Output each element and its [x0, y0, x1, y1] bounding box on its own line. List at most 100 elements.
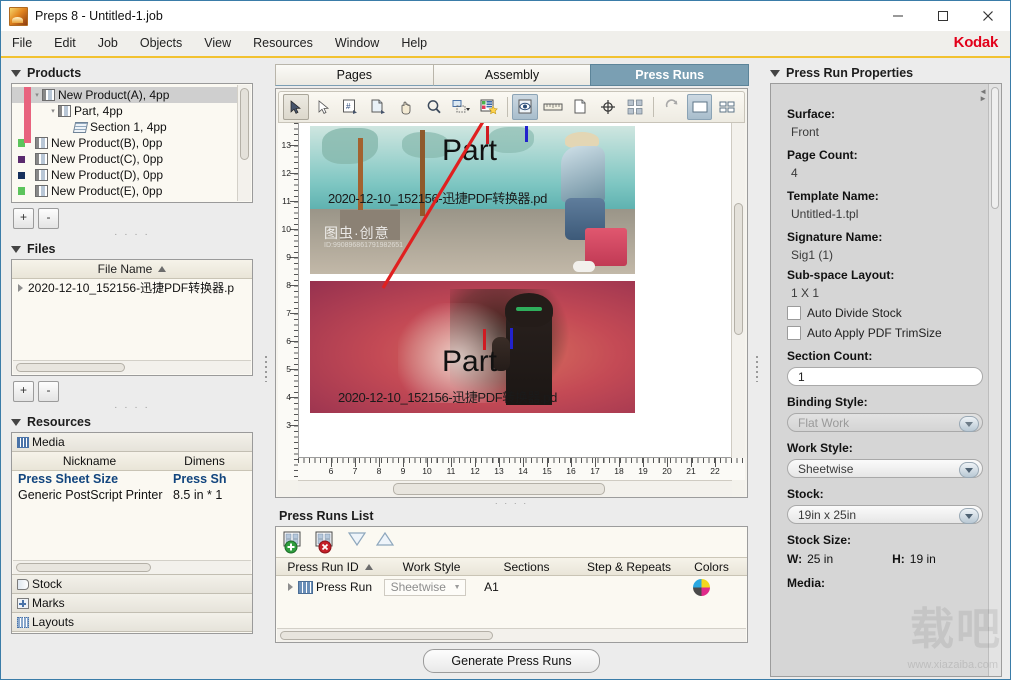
close-button[interactable]	[965, 1, 1010, 31]
grid-view-tool[interactable]	[714, 94, 740, 120]
column-work-style[interactable]: Work Style	[384, 560, 479, 574]
resources-tab-stock[interactable]: Stock	[12, 574, 252, 594]
artwork-page-1[interactable]: Part 2020-12-10_152156-迅捷PDF转换器.pd 图虫·创意…	[310, 126, 635, 274]
files-list[interactable]: File Name 2020-12-10_152156-迅捷PDF转换器.p	[11, 259, 253, 376]
media-horizontal-scrollbar[interactable]	[13, 560, 251, 574]
tab-assembly[interactable]: Assembly	[432, 64, 592, 86]
checkbox-icon[interactable]	[787, 326, 801, 340]
direct-select-tool[interactable]	[311, 94, 337, 120]
add-press-run-button[interactable]	[282, 530, 308, 554]
file-row[interactable]: 2020-12-10_152156-迅捷PDF转换器.p	[12, 279, 252, 296]
stock-dropdown[interactable]: 19in x 25in	[787, 505, 983, 524]
press-run-properties-header[interactable]: Press Run Properties	[760, 64, 1010, 83]
properties-nav-arrows[interactable]: ◄ ►	[979, 88, 987, 103]
column-press-run-id[interactable]: Press Run ID	[276, 560, 384, 574]
files-column-header[interactable]: File Name	[12, 260, 252, 279]
menu-view[interactable]: View	[193, 31, 242, 56]
chevron-down-icon[interactable]	[959, 416, 979, 432]
properties-vertical-scrollbar[interactable]	[988, 84, 1001, 676]
media-table[interactable]: Nickname Dimens Press Sheet Size Press S…	[12, 452, 252, 574]
resources-section-header[interactable]: Resources	[1, 413, 263, 432]
chevron-down-icon[interactable]	[959, 462, 979, 478]
delete-press-run-button[interactable]	[314, 530, 340, 554]
product-item-b[interactable]: New Product(B), 0pp	[12, 135, 238, 151]
expander-icon[interactable]: ▾	[48, 107, 58, 115]
select-arrow-tool[interactable]	[283, 94, 309, 120]
page-tool[interactable]	[366, 94, 392, 120]
single-view-tool[interactable]	[686, 94, 713, 120]
remove-product-button[interactable]: -	[38, 208, 59, 229]
media-row-postscript[interactable]: Generic PostScript Printer 8.5 in * 1	[12, 487, 252, 503]
binding-style-dropdown[interactable]: Flat Work	[787, 413, 983, 432]
menu-objects[interactable]: Objects	[129, 31, 193, 56]
product-item-section[interactable]: Section 1, 4pp	[12, 119, 238, 135]
product-item-a[interactable]: ▾ New Product(A), 4pp	[12, 87, 238, 103]
column-colors[interactable]: Colors	[684, 560, 739, 574]
expander-icon[interactable]: ▾	[32, 91, 42, 99]
tab-press-runs[interactable]: Press Runs	[590, 64, 750, 86]
expand-arrow-icon[interactable]	[288, 583, 293, 591]
column-sections[interactable]: Sections	[479, 560, 574, 574]
menu-window[interactable]: Window	[324, 31, 390, 56]
sheet-tool[interactable]	[568, 94, 594, 120]
menu-edit[interactable]: Edit	[43, 31, 87, 56]
scrollbar-thumb[interactable]	[393, 483, 605, 495]
rotate-tool[interactable]	[659, 94, 685, 120]
zoom-tool[interactable]	[421, 94, 447, 120]
canvas-vertical-scrollbar[interactable]	[731, 123, 745, 458]
work-style-dropdown[interactable]: Sheetwise	[787, 459, 983, 478]
maximize-button[interactable]	[920, 1, 965, 31]
product-item-d[interactable]: New Product(D), 0pp	[12, 167, 238, 183]
generate-press-runs-button[interactable]: Generate Press Runs	[423, 649, 600, 673]
product-item-part[interactable]: ▾ Part, 4pp	[12, 103, 238, 119]
move-up-button[interactable]	[374, 530, 396, 554]
remove-file-button[interactable]: -	[38, 381, 59, 402]
resources-tab-marks[interactable]: Marks	[12, 594, 252, 613]
products-vertical-scrollbar[interactable]	[237, 85, 251, 201]
canvas-horizontal-scrollbar[interactable]	[298, 480, 732, 497]
add-product-button[interactable]: +	[13, 208, 34, 229]
menu-help[interactable]: Help	[390, 31, 438, 56]
product-item-f[interactable]: New Product(F), 0pp	[12, 199, 238, 201]
menu-job[interactable]: Job	[87, 31, 129, 56]
menu-resources[interactable]: Resources	[242, 31, 324, 56]
resources-tab-layouts[interactable]: Layouts	[12, 613, 252, 632]
expand-arrow-icon[interactable]	[18, 283, 23, 292]
minimize-button[interactable]	[875, 1, 920, 31]
files-section-header[interactable]: Files	[1, 240, 263, 259]
scrollbar-thumb[interactable]	[16, 363, 126, 372]
work-style-dropdown[interactable]: Sheetwise ▼	[383, 578, 466, 596]
scrollbar-thumb[interactable]	[280, 631, 494, 640]
files-horizontal-scrollbar[interactable]	[13, 360, 251, 374]
wizard-tool[interactable]	[476, 94, 502, 120]
products-list[interactable]: ▾ New Product(A), 4pp ▾ Part, 4pp Sectio…	[11, 83, 253, 203]
press-run-row[interactable]: Press Run Sheetwise ▼ A1	[276, 576, 747, 598]
auto-divide-stock-checkbox-row[interactable]: Auto Divide Stock	[787, 306, 1001, 320]
chevron-down-icon[interactable]	[959, 508, 979, 524]
scrollbar-thumb[interactable]	[991, 87, 999, 209]
add-file-button[interactable]: +	[13, 381, 34, 402]
press-sheet[interactable]: Part 2020-12-10_152156-迅捷PDF转换器.pd 图虫·创意…	[299, 123, 732, 458]
press-runs-table-container[interactable]: Press Run ID Work Style Sections Step & …	[275, 526, 748, 643]
product-item-e[interactable]: New Product(E), 0pp	[12, 183, 238, 199]
ruler-measure-tool[interactable]	[540, 94, 566, 120]
crop-marks-tool[interactable]	[623, 94, 649, 120]
center-resize-grip[interactable]: · · · ·	[269, 498, 754, 508]
resources-tab-media[interactable]: Media	[12, 433, 252, 452]
column-step-repeats[interactable]: Step & Repeats	[574, 560, 684, 574]
tab-pages[interactable]: Pages	[275, 64, 434, 86]
press-runs-horizontal-scrollbar[interactable]	[277, 628, 746, 642]
marquee-select-tool[interactable]	[448, 94, 474, 120]
artwork-page-2[interactable]: Part 2020-12-10_152156-迅捷PDF转换器.pd	[310, 281, 635, 413]
auto-apply-trimsize-checkbox-row[interactable]: Auto Apply PDF TrimSize	[787, 326, 1001, 340]
page-number-tool[interactable]: #	[338, 94, 364, 120]
panel-resize-grip[interactable]: · · · ·	[1, 229, 263, 240]
scrollbar-thumb[interactable]	[16, 563, 152, 572]
media-col-nickname[interactable]: Nickname	[12, 454, 167, 468]
panel-resize-grip[interactable]: · · · ·	[1, 402, 263, 413]
preview-eye-tool[interactable]	[512, 94, 538, 120]
move-down-button[interactable]	[346, 530, 368, 554]
scrollbar-thumb[interactable]	[734, 203, 743, 335]
section-count-input[interactable]: 1	[787, 367, 983, 386]
checkbox-icon[interactable]	[787, 306, 801, 320]
